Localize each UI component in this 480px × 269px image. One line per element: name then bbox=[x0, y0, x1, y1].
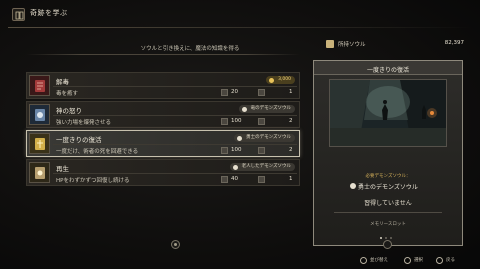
soul-icon bbox=[269, 77, 275, 83]
row-divider bbox=[53, 173, 297, 174]
miracle-preview-image bbox=[329, 79, 447, 147]
uses-icon bbox=[258, 89, 265, 96]
instruction-divider bbox=[26, 54, 300, 55]
miracle-row-antidote[interactable]: 解毒 3,000 毒を癒す 20 1 bbox=[26, 72, 300, 99]
row-divider bbox=[53, 115, 297, 116]
detail-divider bbox=[334, 212, 442, 213]
memory-slot-icon bbox=[221, 89, 228, 96]
demon-soul-icon bbox=[232, 164, 238, 170]
soul-label: 所持ソウル bbox=[338, 42, 366, 48]
stat-value: 1 bbox=[289, 176, 293, 182]
cross-button-icon[interactable] bbox=[404, 257, 411, 264]
select-prompt: 選択 bbox=[414, 258, 423, 263]
detail-title: 一度きりの復活 bbox=[366, 67, 409, 74]
page-dot bbox=[390, 237, 392, 239]
miracle-row-wrath-of-god[interactable]: 神の怒り 竜のデモンズソウル 強い力場を爆発させる 100 2 bbox=[26, 101, 300, 128]
row-divider bbox=[53, 144, 297, 145]
miracle-name: 神の怒り bbox=[56, 107, 82, 115]
memory-slot-label: メモリースロット bbox=[370, 222, 406, 227]
demon-soul-badge: 竜のデモンズソウル bbox=[238, 105, 295, 113]
soul-cost-badge: 3,000 bbox=[266, 76, 295, 84]
learn-status: 習得していません bbox=[364, 200, 412, 207]
circle-button-icon[interactable] bbox=[436, 257, 443, 264]
memory-slot-icon bbox=[221, 147, 228, 154]
stat-value: 40 bbox=[231, 176, 238, 182]
list-scroll-indicator[interactable] bbox=[171, 240, 180, 249]
demon-soul-icon bbox=[237, 135, 243, 141]
instruction-text: ソウルと引き換えに、魔法の知識を得る bbox=[140, 46, 240, 52]
miracle-name: 一度きりの復活 bbox=[56, 136, 102, 144]
header: 奇跡を学ぶ bbox=[0, 0, 480, 30]
miracle-thumbnail bbox=[29, 104, 50, 125]
required-soul-label: 必要デモンズソウル： bbox=[365, 174, 411, 179]
demon-soul-badge: 老人したデモンズソウル bbox=[229, 163, 295, 171]
miracle-detail-panel: 一度きりの復活 必要デモンズソウル： 勇士のデモンズソウル 習得していません メ… bbox=[313, 60, 463, 246]
uses-icon bbox=[258, 118, 265, 125]
miracle-description: HPをわずかずつ回復し続ける bbox=[56, 178, 130, 184]
memory-slot-icon bbox=[221, 176, 228, 183]
miracle-description: 毒を癒す bbox=[56, 91, 79, 97]
demon-soul-badge: 勇士のデモンズソウル bbox=[234, 134, 295, 142]
demon-soul-icon bbox=[241, 106, 247, 112]
miracle-name: 解毒 bbox=[56, 78, 69, 86]
page-title: 奇跡を学ぶ bbox=[30, 9, 68, 17]
detail-scroll-indicator[interactable] bbox=[383, 240, 392, 249]
stat-value: 100 bbox=[231, 147, 242, 153]
stat-value: 20 bbox=[231, 89, 238, 95]
detail-titlebar: 一度きりの復活 bbox=[314, 61, 462, 75]
triangle-button-icon[interactable] bbox=[360, 257, 367, 264]
header-divider bbox=[8, 27, 472, 28]
miracle-description: 一度だけ、術者の死を回避できる bbox=[56, 149, 139, 155]
miracle-thumbnail bbox=[29, 133, 50, 154]
required-soul-name: 勇士のデモンズソウル bbox=[358, 184, 418, 191]
uses-icon bbox=[258, 147, 265, 154]
miracle-description: 強い力場を爆発させる bbox=[56, 120, 112, 126]
miracle-row-second-chance[interactable]: 一度きりの復活 勇士のデモンズソウル 一度だけ、術者の死を回避できる 100 2 bbox=[26, 130, 300, 157]
button-prompts: 並び替え 選択 戻る bbox=[0, 254, 480, 269]
stat-value: 2 bbox=[289, 147, 293, 153]
stat-value: 1 bbox=[289, 89, 293, 95]
soul-count: 82,397 bbox=[444, 40, 464, 46]
miracle-thumbnail bbox=[29, 75, 50, 96]
sort-prompt: 並び替え bbox=[370, 258, 388, 263]
stat-value: 2 bbox=[289, 118, 293, 124]
page-dot bbox=[385, 237, 387, 239]
uses-icon bbox=[258, 176, 265, 183]
page-dot bbox=[380, 237, 382, 239]
miracle-row-regeneration[interactable]: 再生 老人したデモンズソウル HPをわずかずつ回復し続ける 40 1 bbox=[26, 159, 300, 186]
stat-value: 100 bbox=[231, 118, 242, 124]
back-prompt: 戻る bbox=[446, 258, 455, 263]
miracle-thumbnail bbox=[29, 162, 50, 183]
book-icon bbox=[12, 8, 25, 21]
row-divider bbox=[53, 86, 297, 87]
memory-slot-icon bbox=[221, 118, 228, 125]
soul-icon bbox=[326, 40, 334, 48]
miracle-name: 再生 bbox=[56, 165, 69, 173]
